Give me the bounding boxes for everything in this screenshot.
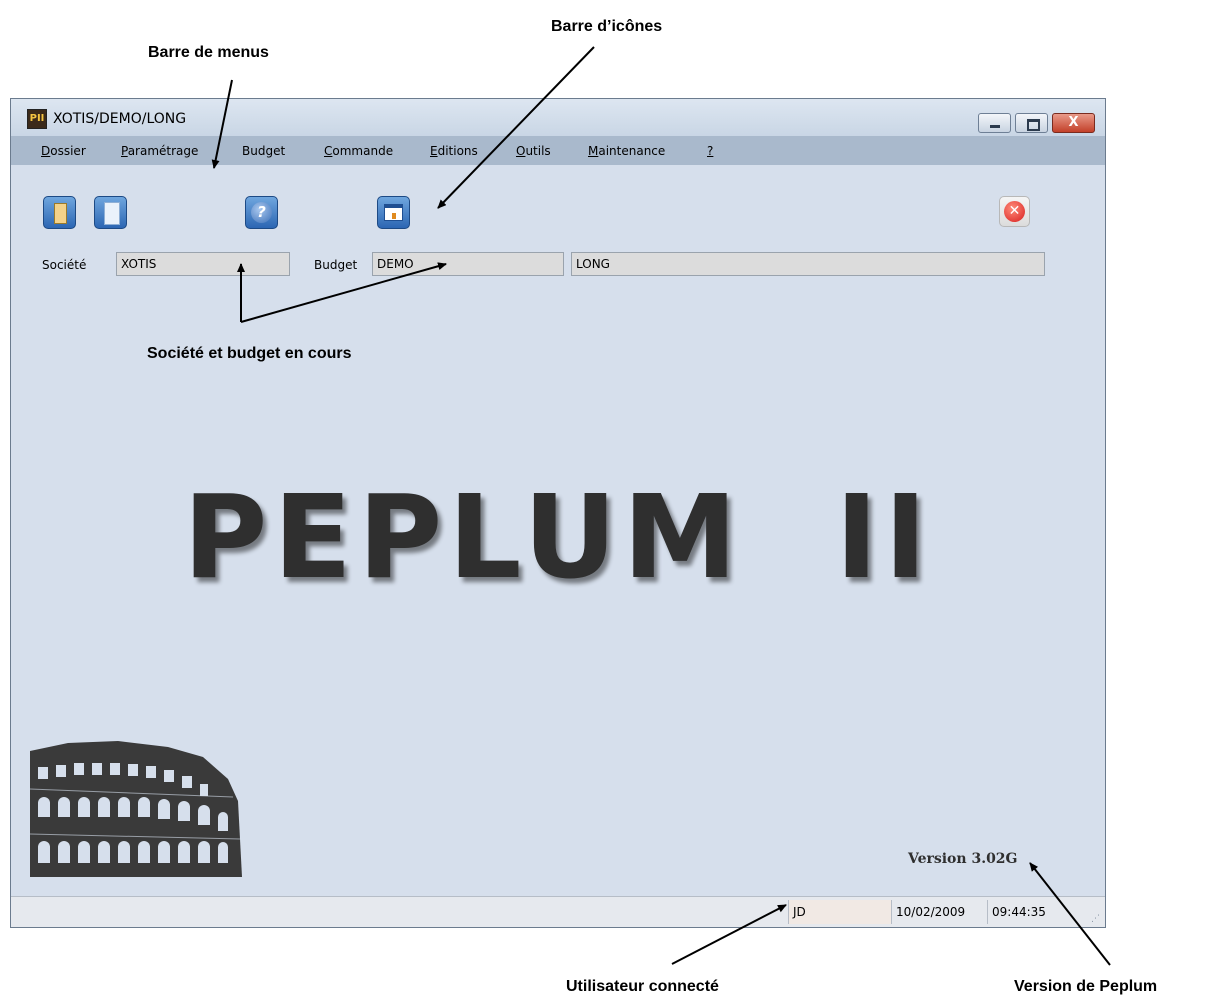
status-user: JD: [788, 900, 891, 924]
menu-label: ossier: [50, 144, 86, 158]
annotation-icon-bar: Barre d’icônes: [551, 18, 663, 35]
folder-open-icon: [54, 203, 67, 224]
open-folder-button[interactable]: [43, 196, 76, 229]
help-button[interactable]: ?: [245, 196, 278, 229]
calendar-marker: [392, 213, 396, 219]
resize-grip-icon[interactable]: ⋰: [1091, 914, 1101, 924]
annotation-company-budget: Société et budget en cours: [147, 345, 352, 362]
menu-label: ommande: [332, 144, 394, 158]
menu-parametrage[interactable]: Paramétrage: [121, 144, 198, 158]
annotation-user: Utilisateur connecté: [566, 978, 719, 995]
menu-label: aramétrage: [127, 144, 199, 158]
app-logo-title: PEPLUM II: [183, 471, 933, 605]
new-document-button[interactable]: [94, 196, 127, 229]
status-time: 09:44:35: [987, 900, 1051, 924]
menu-mnemonic: M: [588, 144, 599, 158]
menu-outils[interactable]: Outils: [516, 144, 551, 158]
annotation-version: Version de Peplum: [1014, 978, 1158, 995]
app-icon: PII: [27, 109, 47, 129]
menu-budget[interactable]: Budget: [242, 144, 285, 158]
maximize-icon: [1027, 119, 1040, 131]
societe-label: Société: [42, 258, 87, 272]
menu-editions[interactable]: Editions: [430, 144, 478, 158]
menu-label: Budget: [242, 144, 286, 158]
annotation-menu-bar: Barre de menus: [148, 44, 269, 61]
close-circle-icon: ✕: [1004, 201, 1025, 222]
menu-bar: Dossier Paramétrage Budget Commande Edit…: [11, 136, 1105, 165]
budget-description-field[interactable]: LONG: [571, 252, 1045, 276]
maximize-button[interactable]: [1015, 113, 1048, 133]
menu-mnemonic: E: [430, 144, 438, 158]
budget-label: Budget: [314, 258, 358, 272]
document-icon: [104, 202, 120, 225]
menu-commande[interactable]: Commande: [324, 144, 393, 158]
menu-label: aintenance: [598, 144, 666, 158]
help-icon: ?: [251, 202, 272, 223]
menu-help[interactable]: ?: [707, 144, 713, 158]
minimize-button[interactable]: [978, 113, 1011, 133]
quit-button[interactable]: ✕: [999, 196, 1030, 227]
menu-mnemonic: D: [41, 144, 51, 158]
colosseum-logo: [29, 741, 242, 877]
app-window: PII XOTIS/DEMO/LONG X Dossier Paramétrag…: [10, 98, 1106, 928]
menu-mnemonic: ?: [707, 144, 714, 158]
close-button[interactable]: X: [1052, 113, 1095, 133]
menu-maintenance[interactable]: Maintenance: [588, 144, 665, 158]
menu-label: ditions: [437, 144, 478, 158]
status-bar: JD 10/02/2009 09:44:35 ⋰: [11, 896, 1105, 927]
menu-label: utils: [525, 144, 551, 158]
menu-dossier[interactable]: Dossier: [41, 144, 86, 158]
menu-mnemonic: P: [121, 144, 128, 158]
close-icon: X: [1068, 115, 1079, 130]
minimize-icon: [990, 125, 1000, 128]
calendar-button[interactable]: [377, 196, 410, 229]
budget-field[interactable]: DEMO: [372, 252, 564, 276]
status-date: 10/02/2009: [891, 900, 987, 924]
status-message-panel: [11, 900, 788, 924]
window-title: XOTIS/DEMO/LONG: [53, 111, 187, 127]
societe-field[interactable]: XOTIS: [116, 252, 290, 276]
title-bar: PII XOTIS/DEMO/LONG X: [11, 99, 1105, 136]
version-label: Version 3.02G: [908, 851, 1018, 867]
